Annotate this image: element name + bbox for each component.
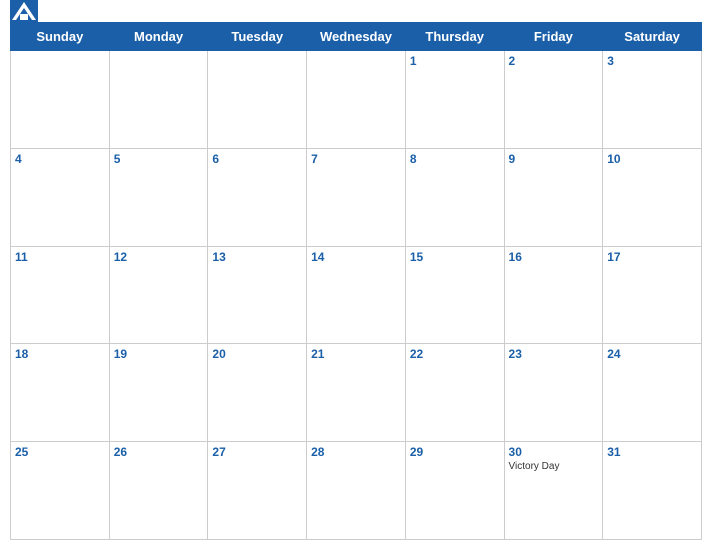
day-cell: 19 bbox=[109, 344, 208, 442]
weekday-sunday: Sunday bbox=[11, 23, 110, 51]
logo-icon bbox=[10, 0, 38, 26]
week-row-2: 11 12 13 14 15 16 17 bbox=[11, 246, 702, 344]
day-cell: 6 bbox=[208, 148, 307, 246]
day-number: 25 bbox=[15, 445, 105, 459]
day-cell: 27 bbox=[208, 442, 307, 540]
day-cell: 15 bbox=[405, 246, 504, 344]
day-number: 19 bbox=[114, 347, 204, 361]
calendar-container: SundayMondayTuesdayWednesdayThursdayFrid… bbox=[0, 0, 712, 550]
day-number: 20 bbox=[212, 347, 302, 361]
event-label: Victory Day bbox=[509, 461, 599, 472]
day-number: 30 bbox=[509, 445, 599, 459]
day-number: 2 bbox=[509, 54, 599, 68]
day-number: 1 bbox=[410, 54, 500, 68]
day-number: 23 bbox=[509, 347, 599, 361]
day-cell: 2 bbox=[504, 51, 603, 149]
day-number: 8 bbox=[410, 152, 500, 166]
day-cell: 30 Victory Day bbox=[504, 442, 603, 540]
weekday-header-row: SundayMondayTuesdayWednesdayThursdayFrid… bbox=[11, 23, 702, 51]
day-number: 5 bbox=[114, 152, 204, 166]
day-cell: 4 bbox=[11, 148, 110, 246]
day-cell: 22 bbox=[405, 344, 504, 442]
day-number: 29 bbox=[410, 445, 500, 459]
day-cell bbox=[11, 51, 110, 149]
day-number: 13 bbox=[212, 250, 302, 264]
day-cell bbox=[307, 51, 406, 149]
day-cell: 13 bbox=[208, 246, 307, 344]
week-row-0: 123 bbox=[11, 51, 702, 149]
weekday-thursday: Thursday bbox=[405, 23, 504, 51]
day-cell: 17 bbox=[603, 246, 702, 344]
day-cell: 1 bbox=[405, 51, 504, 149]
day-number: 10 bbox=[607, 152, 697, 166]
day-number: 9 bbox=[509, 152, 599, 166]
day-cell: 20 bbox=[208, 344, 307, 442]
day-cell: 24 bbox=[603, 344, 702, 442]
day-cell: 9 bbox=[504, 148, 603, 246]
weekday-saturday: Saturday bbox=[603, 23, 702, 51]
day-cell: 5 bbox=[109, 148, 208, 246]
day-cell: 21 bbox=[307, 344, 406, 442]
day-cell bbox=[208, 51, 307, 149]
week-row-3: 18 19 20 21 22 23 24 bbox=[11, 344, 702, 442]
day-number: 11 bbox=[15, 250, 105, 264]
calendar-header bbox=[10, 8, 702, 16]
day-cell: 7 bbox=[307, 148, 406, 246]
day-number: 26 bbox=[114, 445, 204, 459]
day-number: 21 bbox=[311, 347, 401, 361]
week-row-1: 456789 10 bbox=[11, 148, 702, 246]
day-cell: 12 bbox=[109, 246, 208, 344]
weekday-wednesday: Wednesday bbox=[307, 23, 406, 51]
day-number: 15 bbox=[410, 250, 500, 264]
day-number: 22 bbox=[410, 347, 500, 361]
week-row-4: 25 26 27 28 29 30 Victory Day 31 bbox=[11, 442, 702, 540]
day-number: 4 bbox=[15, 152, 105, 166]
day-cell: 14 bbox=[307, 246, 406, 344]
day-number: 16 bbox=[509, 250, 599, 264]
day-cell: 8 bbox=[405, 148, 504, 246]
day-cell bbox=[109, 51, 208, 149]
day-number: 3 bbox=[607, 54, 697, 68]
calendar-table: SundayMondayTuesdayWednesdayThursdayFrid… bbox=[10, 22, 702, 540]
weekday-friday: Friday bbox=[504, 23, 603, 51]
day-number: 12 bbox=[114, 250, 204, 264]
day-number: 24 bbox=[607, 347, 697, 361]
day-cell: 16 bbox=[504, 246, 603, 344]
day-number: 28 bbox=[311, 445, 401, 459]
logo bbox=[10, 0, 41, 26]
day-number: 6 bbox=[212, 152, 302, 166]
day-cell: 31 bbox=[603, 442, 702, 540]
day-number: 18 bbox=[15, 347, 105, 361]
weekday-tuesday: Tuesday bbox=[208, 23, 307, 51]
day-number: 14 bbox=[311, 250, 401, 264]
day-cell: 18 bbox=[11, 344, 110, 442]
day-cell: 25 bbox=[11, 442, 110, 540]
day-cell: 26 bbox=[109, 442, 208, 540]
weekday-monday: Monday bbox=[109, 23, 208, 51]
day-number: 7 bbox=[311, 152, 401, 166]
day-number: 31 bbox=[607, 445, 697, 459]
day-cell: 23 bbox=[504, 344, 603, 442]
day-cell: 29 bbox=[405, 442, 504, 540]
day-number: 17 bbox=[607, 250, 697, 264]
day-cell: 10 bbox=[603, 148, 702, 246]
day-cell: 11 bbox=[11, 246, 110, 344]
day-cell: 28 bbox=[307, 442, 406, 540]
day-cell: 3 bbox=[603, 51, 702, 149]
day-number: 27 bbox=[212, 445, 302, 459]
